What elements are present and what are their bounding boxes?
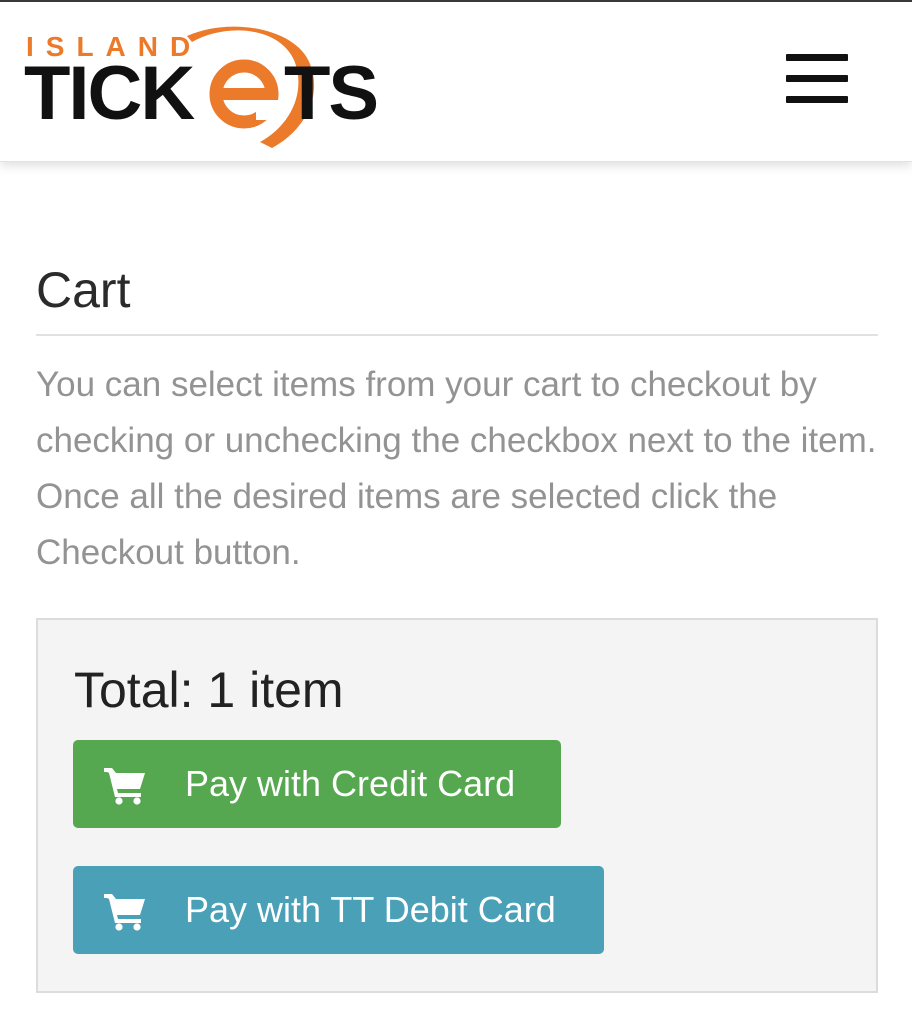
checkout-panel: Total: 1 item Pay with Credit Card Pay w… [36,618,878,993]
logo-graphic: ISLAND TICK TS [24,26,379,148]
hamburger-bar [786,96,848,103]
hamburger-bar [786,54,848,61]
page-title: Cart [36,262,131,318]
pay-debit-card-button[interactable]: Pay with TT Debit Card [73,866,604,954]
shopping-cart-icon [104,894,145,931]
logo-e-mark [209,59,286,129]
cart-total: Total: 1 item [74,662,344,718]
logo-tick-text: TICK [24,51,195,136]
cart-instructions: You can select items from your cart to c… [36,365,877,572]
pay-debit-card-label: Pay with TT Debit Card [185,889,556,930]
logo-ts-text: TS [284,51,377,136]
shopping-cart-icon [104,768,145,805]
navbar: ISLAND TICK TS [0,2,912,162]
title-divider [36,334,878,336]
hamburger-menu-icon[interactable] [786,52,850,108]
hamburger-bar [786,75,848,82]
pay-credit-card-button[interactable]: Pay with Credit Card [73,740,561,828]
island-tickets-logo[interactable]: ISLAND TICK TS [22,24,402,154]
pay-credit-card-label: Pay with Credit Card [185,763,516,804]
